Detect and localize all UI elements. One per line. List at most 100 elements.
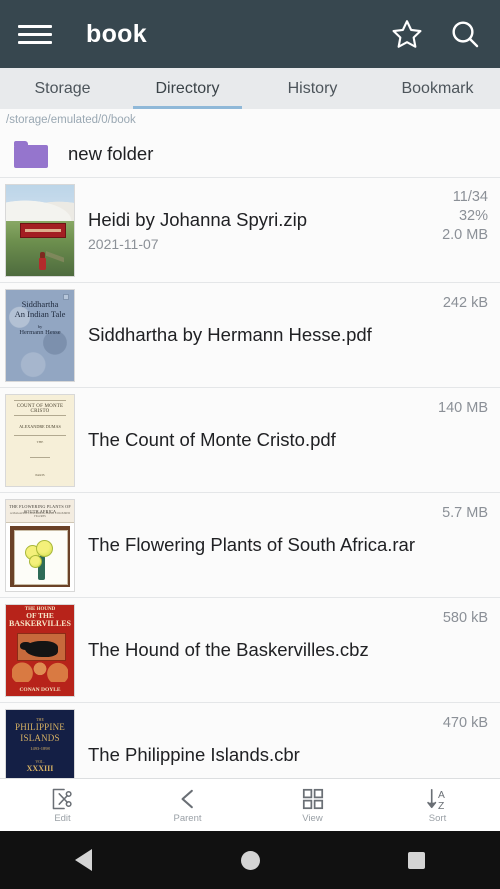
list-item-folder[interactable]: new folder <box>0 131 500 178</box>
hound-figure <box>20 640 58 657</box>
file-name: Siddhartha by Hermann Hesse.pdf <box>88 324 372 345</box>
list-item-file[interactable]: COUNT OF MONTE CRISTO ALEXANDRE DUMAS TH… <box>0 388 500 493</box>
cover-frame <box>10 525 70 587</box>
cover-line-3: BASKERVILLES <box>9 618 71 628</box>
android-nav-bar <box>0 831 500 889</box>
list-item-file[interactable]: THE FLOWERING PLANTS OF SOUTH AFRICA A M… <box>0 493 500 598</box>
cover-number: XXXIII <box>26 763 54 773</box>
menu-line-3 <box>18 40 52 44</box>
cover-years: 1493-1898 <box>30 746 50 751</box>
list-item-file[interactable]: THE HOUND OF THE BASKERVILLES CONAN DOYL… <box>0 598 500 703</box>
tab-storage[interactable]: Storage <box>0 68 125 109</box>
edit-button[interactable]: Edit <box>0 786 125 824</box>
chevron-left-icon <box>175 786 201 812</box>
cover-text: Siddhartha An Indian Tale by Hermann Hes… <box>6 299 74 338</box>
cover-ornament <box>12 659 68 682</box>
parent-label: Parent <box>173 813 202 825</box>
list-item-file[interactable]: Siddhartha An Indian Tale by Hermann Hes… <box>0 283 500 388</box>
tab-directory[interactable]: Directory <box>125 68 250 109</box>
sort-button[interactable]: A Z Sort <box>375 786 500 824</box>
file-progress: 11/34 <box>452 189 488 205</box>
cover-title: COUNT OF MONTE CRISTO <box>16 403 64 414</box>
file-list[interactable]: new folder Heidi by Johanna Spyri.zip 20… <box>0 131 500 778</box>
cover-footer: PARIS <box>35 472 45 477</box>
file-date: 2021-11-07 <box>88 235 159 252</box>
edit-scissors-icon <box>50 786 76 812</box>
view-label: View <box>302 813 323 825</box>
file-name: Heidi by Johanna Spyri.zip <box>88 208 308 230</box>
tab-history[interactable]: History <box>250 68 375 109</box>
tab-bookmark[interactable]: Bookmark <box>375 68 500 109</box>
file-size: 580 kB <box>442 610 488 626</box>
app-bar: book <box>0 0 500 68</box>
cover-text: THE PHILIPPINE ISLANDS 1493-1898 VOL. XX… <box>6 717 74 774</box>
app-bar-actions <box>390 17 482 51</box>
nav-back-button[interactable] <box>0 849 167 871</box>
rule-mid <box>14 414 66 416</box>
sort-label: Sort <box>428 813 447 825</box>
siddhartha-cover-thumbnail: Siddhartha An Indian Tale by Hermann Hes… <box>5 288 75 382</box>
grid-view-icon <box>300 786 326 812</box>
rule-low <box>14 434 66 436</box>
file-name: The Count of Monte Cristo.pdf <box>88 429 336 450</box>
file-meta: 140 MB <box>438 388 488 418</box>
parent-button[interactable]: Parent <box>125 786 250 824</box>
cover-line-2: ISLANDS <box>20 732 60 743</box>
triangle-back-icon <box>74 849 92 871</box>
circle-home-icon <box>240 850 260 870</box>
nav-recents-button[interactable] <box>333 851 500 869</box>
menu-line-2 <box>18 32 52 36</box>
list-item-file[interactable]: THE PHILIPPINE ISLANDS 1493-1898 VOL. XX… <box>0 703 500 778</box>
hamburger-menu-icon[interactable] <box>18 17 52 51</box>
cover-title: THE HOUND OF THE BASKERVILLES <box>8 607 72 629</box>
hound-baskervilles-cover-thumbnail: THE HOUND OF THE BASKERVILLES CONAN DOYL… <box>5 603 75 697</box>
file-size: 5.7 MB <box>442 505 488 521</box>
cover-subtitle: A MAGAZINE CONTAINING HAND COLOURED FIGU… <box>9 511 71 518</box>
list-item-file[interactable]: Heidi by Johanna Spyri.zip 2021-11-07 11… <box>0 178 500 283</box>
tab-bar: Storage Directory History Bookmark <box>0 68 500 109</box>
file-meta: 580 kB <box>443 598 488 628</box>
svg-text:Z: Z <box>438 801 444 812</box>
edit-label: Edit <box>54 813 71 825</box>
folder-name: new folder <box>68 143 154 164</box>
app-window: book Storage Directory History Bookmark … <box>0 0 500 889</box>
philippine-islands-cover-thumbnail: THE PHILIPPINE ISLANDS 1493-1898 VOL. XX… <box>5 708 75 778</box>
search-icon[interactable] <box>448 17 482 51</box>
nav-home-button[interactable] <box>167 850 334 870</box>
file-info: The Philippine Islands.cbr <box>75 744 443 766</box>
file-info: The Flowering Plants of South Africa.rar <box>75 534 442 556</box>
star-outline-icon[interactable] <box>390 17 424 51</box>
square-recents-icon <box>408 851 426 869</box>
flower-2 <box>36 539 53 557</box>
cover-line-1: Siddhartha <box>21 298 59 309</box>
file-info: Heidi by Johanna Spyri.zip 2021-11-07 <box>75 209 442 252</box>
monte-cristo-cover-thumbnail: COUNT OF MONTE CRISTO ALEXANDRE DUMAS TH… <box>5 393 75 487</box>
file-name: The Hound of the Baskervilles.cbz <box>88 639 369 660</box>
rule-top <box>14 399 66 401</box>
flower-3 <box>29 554 42 568</box>
flowering-plants-cover-thumbnail: THE FLOWERING PLANTS OF SOUTH AFRICA A M… <box>5 498 75 592</box>
cover-plate <box>14 529 68 585</box>
breadcrumb-path[interactable]: /storage/emulated/0/book <box>0 109 500 131</box>
cover-blurb: THE <box>36 439 44 444</box>
file-percent: 32% <box>458 208 488 224</box>
cover-line-2: An Indian Tale <box>14 309 66 320</box>
sort-az-icon: A Z <box>425 786 451 812</box>
heidi-cover-thumbnail <box>5 183 75 277</box>
cover-line-1: PHILIPPINE <box>14 721 65 732</box>
menu-line-1 <box>18 24 52 28</box>
view-button[interactable]: View <box>250 786 375 824</box>
rule-short <box>30 456 50 458</box>
file-meta: 5.7 MB <box>442 493 488 523</box>
trail-shape <box>46 235 64 276</box>
file-size: 2.0 MB <box>442 227 488 243</box>
file-meta: 470 kB <box>443 703 488 733</box>
mountain-shape <box>6 194 74 221</box>
cover-author: ALEXANDRE DUMAS <box>19 423 61 429</box>
file-size: 470 kB <box>442 715 488 731</box>
page-title: book <box>86 19 147 48</box>
file-size: 140 MB <box>438 400 488 416</box>
file-name: The Flowering Plants of South Africa.rar <box>88 534 415 555</box>
cover-author: Hermann Hesse <box>19 329 61 337</box>
cover-header: THE FLOWERING PLANTS OF SOUTH AFRICA A M… <box>6 499 74 523</box>
